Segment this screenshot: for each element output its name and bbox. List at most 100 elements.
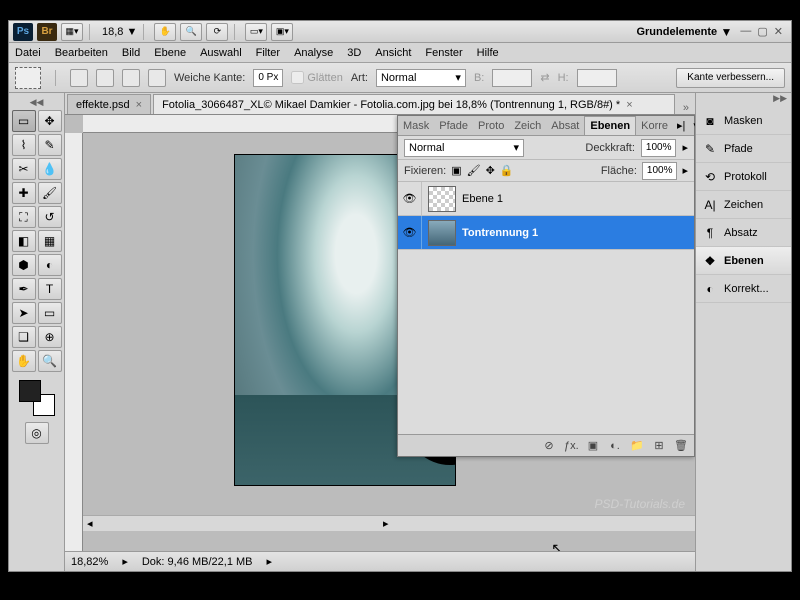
menu-fenster[interactable]: Fenster — [425, 47, 462, 59]
hand-tool[interactable]: ✋ — [12, 350, 36, 372]
menu-analyse[interactable]: Analyse — [294, 47, 333, 59]
menu-bearbeiten[interactable]: Bearbeiten — [55, 47, 108, 59]
menu-ebene[interactable]: Ebene — [154, 47, 186, 59]
horizontal-scrollbar[interactable]: ◂ ▸ — [83, 515, 695, 531]
panel-tab-ebenen[interactable]: Ebenen — [584, 116, 636, 135]
minimize-icon[interactable]: — — [740, 25, 751, 38]
pen-tool[interactable]: ✒ — [12, 278, 36, 300]
blur-tool[interactable]: ⬢ — [12, 254, 36, 276]
opacity-slider-icon[interactable]: ▸ — [682, 141, 688, 154]
move-tool[interactable]: ✥ — [38, 110, 62, 132]
menu-bild[interactable]: Bild — [122, 47, 140, 59]
menu-hilfe[interactable]: Hilfe — [477, 47, 499, 59]
3d-camera-tool[interactable]: ⊕ — [38, 326, 62, 348]
maximize-icon[interactable]: ▢ — [757, 25, 767, 38]
sel-intersect-icon[interactable] — [148, 69, 166, 87]
layer-thumbnail[interactable] — [428, 186, 456, 212]
color-swatches[interactable] — [19, 380, 55, 416]
panel-button-masken[interactable]: ◙Masken — [696, 107, 791, 135]
launch-mb-icon[interactable]: ▦▾ — [61, 23, 83, 41]
menu-auswahl[interactable]: Auswahl — [200, 47, 242, 59]
panel-button-ebenen[interactable]: ❖Ebenen — [696, 247, 791, 275]
panel-tab-pfade[interactable]: Pfade — [434, 116, 473, 135]
menu-datei[interactable]: Datei — [15, 47, 41, 59]
panel-button-protokoll[interactable]: ⟲Protokoll — [696, 163, 791, 191]
panel-button-absatz[interactable]: ¶Absatz — [696, 219, 791, 247]
lock-all-icon[interactable]: 🔒 — [500, 164, 514, 177]
visibility-toggle-icon[interactable]: 👁 — [398, 216, 422, 249]
lasso-tool[interactable]: ⌇ — [12, 134, 36, 156]
status-zoom-arrow-icon[interactable]: ▸ — [122, 555, 128, 568]
new-layer-icon[interactable]: ⊞ — [652, 439, 666, 452]
refine-edge-button[interactable]: Kante verbessern... — [676, 68, 785, 88]
menu-3d[interactable]: 3D — [347, 47, 361, 59]
feather-input[interactable]: 0 Px — [253, 69, 283, 87]
panel-button-zeichen[interactable]: A|Zeichen — [696, 191, 791, 219]
panel-menu-icon[interactable]: ▾≡ — [689, 119, 695, 132]
brush-tool[interactable]: 🖌 — [38, 182, 62, 204]
tab-overflow-icon[interactable]: » — [677, 102, 695, 114]
close-tab-icon[interactable]: × — [136, 99, 142, 111]
quick-select-tool[interactable]: ✎ — [38, 134, 62, 156]
screen-mode-icon[interactable]: ▣▾ — [271, 23, 293, 41]
shape-tool[interactable]: ▭ — [38, 302, 62, 324]
heal-tool[interactable]: ✚ — [12, 182, 36, 204]
blend-mode-dropdown[interactable]: Normal▾ — [404, 139, 524, 157]
panel-tabs-overflow-icon[interactable]: ▸| — [673, 119, 689, 132]
foreground-color-swatch[interactable] — [19, 380, 41, 402]
fill-slider-icon[interactable]: ▸ — [682, 164, 688, 177]
panel-tab-absatz[interactable]: Absat — [546, 116, 584, 135]
panel-button-pfade[interactable]: ✎Pfade — [696, 135, 791, 163]
current-tool-swatch[interactable] — [15, 67, 41, 89]
panel-tab-protokoll[interactable]: Proto — [473, 116, 509, 135]
eraser-tool[interactable]: ◧ — [12, 230, 36, 252]
fill-input[interactable]: 100% — [642, 162, 678, 180]
path-select-tool[interactable]: ➤ — [12, 302, 36, 324]
crop-tool[interactable]: ✂ — [12, 158, 36, 180]
zoom-dropdown[interactable]: 18,8 ▼ — [102, 26, 137, 38]
zoom-tool-icon[interactable]: 🔍 — [180, 23, 202, 41]
canvas-area[interactable]: Mask Pfade Proto Zeich Absat Ebenen Korr… — [65, 115, 695, 551]
close-icon[interactable]: ✕ — [774, 25, 783, 38]
style-dropdown[interactable]: Normal▾ — [376, 69, 466, 87]
rotate-view-icon[interactable]: ⟳ — [206, 23, 228, 41]
sel-new-icon[interactable] — [70, 69, 88, 87]
panel-tab-masken[interactable]: Mask — [398, 116, 434, 135]
status-menu-icon[interactable]: ▸ — [267, 555, 273, 568]
group-icon[interactable]: 📁 — [630, 439, 644, 452]
menu-filter[interactable]: Filter — [256, 47, 280, 59]
panel-tab-zeichen[interactable]: Zeich — [509, 116, 546, 135]
lock-pixels-icon[interactable]: 🖌 — [467, 164, 481, 177]
type-tool[interactable]: T — [38, 278, 62, 300]
dodge-tool[interactable]: ◐ — [38, 254, 62, 276]
doc-tab-2[interactable]: Fotolia_3066487_XL© Mikael Damkier - Fot… — [153, 94, 675, 114]
layer-fx-icon[interactable]: ƒx. — [564, 440, 578, 452]
delete-layer-icon[interactable]: 🗑 — [674, 439, 688, 452]
menu-ansicht[interactable]: Ansicht — [375, 47, 411, 59]
marquee-tool[interactable]: ▭ — [12, 110, 36, 132]
layer-row[interactable]: 👁 Tontrennung 1 — [398, 216, 694, 250]
bridge-logo-icon[interactable]: Br — [37, 23, 57, 41]
workspace-dropdown[interactable]: Grundelemente ▼ — [636, 25, 732, 39]
zoom-tool[interactable]: 🔍 — [38, 350, 62, 372]
dock-collapse-icon[interactable]: ▶▶ — [696, 93, 791, 107]
toolbox-collapse-icon[interactable]: ◀◀ — [30, 97, 44, 108]
visibility-toggle-icon[interactable]: 👁 — [398, 182, 422, 215]
panel-button-korrekt[interactable]: ◐Korrekt... — [696, 275, 791, 303]
hand-tool-icon[interactable]: ✋ — [154, 23, 176, 41]
lock-trans-icon[interactable]: ▣ — [451, 164, 461, 177]
eyedropper-tool[interactable]: 💧 — [38, 158, 62, 180]
panel-tab-korrekt[interactable]: Korre — [636, 116, 673, 135]
sel-add-icon[interactable] — [96, 69, 114, 87]
stamp-tool[interactable]: ⛶ — [12, 206, 36, 228]
arrange-docs-icon[interactable]: ▭▾ — [245, 23, 267, 41]
quickmask-icon[interactable]: ◎ — [25, 422, 49, 444]
lock-pos-icon[interactable]: ✥ — [486, 164, 495, 177]
layer-name[interactable]: Ebene 1 — [462, 193, 503, 205]
layer-name[interactable]: Tontrennung 1 — [462, 227, 538, 239]
gradient-tool[interactable]: ▦ — [38, 230, 62, 252]
adjustment-layer-icon[interactable]: ◐. — [608, 440, 622, 452]
status-zoom[interactable]: 18,82% — [71, 556, 108, 568]
3d-tool[interactable]: ❑ — [12, 326, 36, 348]
layer-thumbnail[interactable] — [428, 220, 456, 246]
